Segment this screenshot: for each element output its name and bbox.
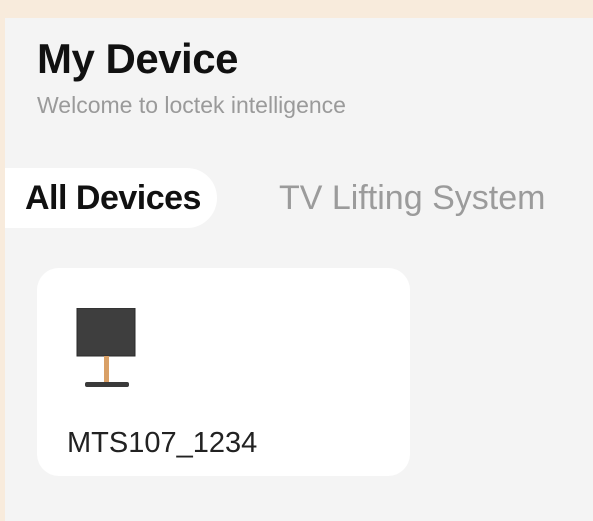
tv-stand-icon bbox=[76, 308, 136, 387]
device-tabs: All Devices TV Lifting System bbox=[5, 168, 593, 228]
top-frame bbox=[0, 0, 593, 18]
device-screen: My Device Welcome to loctek intelligence… bbox=[5, 18, 593, 521]
device-name: MTS107_1234 bbox=[67, 427, 258, 459]
tab-all-devices[interactable]: All Devices bbox=[5, 168, 217, 228]
page-subtitle: Welcome to loctek intelligence bbox=[37, 92, 346, 118]
device-card[interactable]: MTS107_1234 bbox=[37, 268, 410, 476]
tab-tv-lifting-system[interactable]: TV Lifting System bbox=[279, 168, 545, 228]
page-title: My Device bbox=[37, 35, 238, 82]
